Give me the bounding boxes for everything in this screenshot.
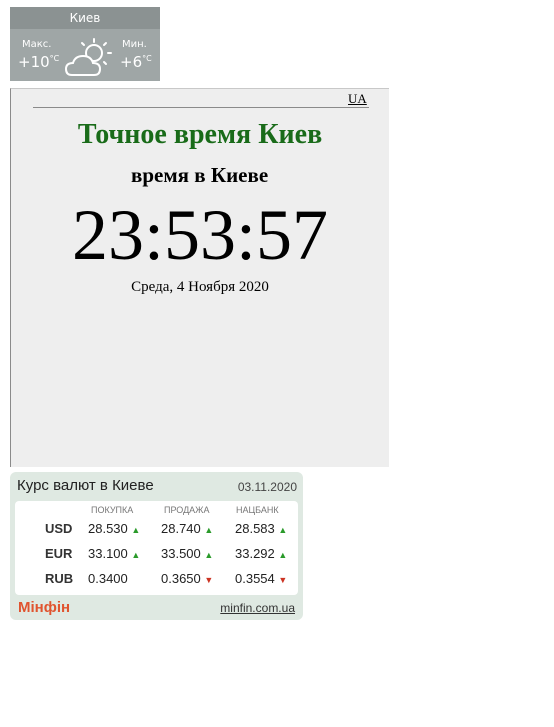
arrow-up-icon: ▲ [131,525,141,535]
arrow-up-icon: ▲ [204,525,214,535]
rate-buy: 28.530 ▲ [88,521,141,536]
page-title: Точное время Киев [77,119,323,150]
weather-min-value: +6°C [120,53,152,71]
arrow-up-icon: ▲ [204,550,214,560]
language-link-ua[interactable]: UA [348,91,367,107]
rate-sell: 33.500 ▲ [161,546,214,561]
arrow-up-icon: ▲ [278,525,288,535]
currency-code: EUR [45,546,73,561]
currency-widget: Курс валют в Киеве 03.11.2020 ПОКУПКА ПР… [10,472,303,620]
table-row: RUB 0.3400 0.3650 ▼ 0.3554 ▼ [15,571,298,593]
weather-max-label: Макс. [22,39,52,50]
arrow-down-icon: ▼ [278,575,288,585]
table-row: EUR 33.100 ▲ 33.500 ▲ 33.292 ▲ [15,546,298,568]
rate-buy: 33.100 ▲ [88,546,141,561]
weather-city: Киев [10,7,160,29]
clock-subtitle: время в Киеве [131,163,269,187]
weather-widget[interactable]: Киев Макс. +10°C Мин. +6°C [10,7,160,81]
currency-widget-title: Курс валют в Киеве [17,477,154,494]
rate-nbu: 0.3554 ▼ [235,571,288,586]
rate-buy: 0.3400 [88,571,128,586]
arrow-up-icon: ▲ [278,550,288,560]
column-header-buy: ПОКУПКА [91,505,134,515]
table-row: USD 28.530 ▲ 28.740 ▲ 28.583 ▲ [15,521,298,543]
rate-sell: 28.740 ▲ [161,521,214,536]
weather-max-value: +10°C [18,53,60,71]
arrow-down-icon: ▼ [204,575,214,585]
minfin-logo-link[interactable]: Мінфін [18,599,70,616]
divider [33,107,369,108]
sun-cloud-icon [64,38,112,76]
currency-table: ПОКУПКА ПРОДАЖА НАЦБАНК USD 28.530 ▲ 28.… [15,501,298,595]
rate-nbu: 33.292 ▲ [235,546,288,561]
currency-date: 03.11.2020 [237,480,297,494]
minfin-site-link[interactable]: minfin.com.ua [220,601,295,615]
weather-min-label: Мин. [122,39,147,50]
rate-sell: 0.3650 ▼ [161,571,214,586]
currency-code: USD [45,521,73,536]
column-header-nbu: НАЦБАНК [236,505,279,515]
clock-date: Среда, 4 Ноября 2020 [131,279,269,295]
clock-time: 23:53:57 [71,195,328,275]
rate-nbu: 28.583 ▲ [235,521,288,536]
currency-code: RUB [45,571,74,586]
clock-panel: UA Точное время Киев время в Киеве 23:53… [10,88,389,467]
arrow-up-icon: ▲ [131,550,141,560]
column-header-sell: ПРОДАЖА [164,505,210,515]
